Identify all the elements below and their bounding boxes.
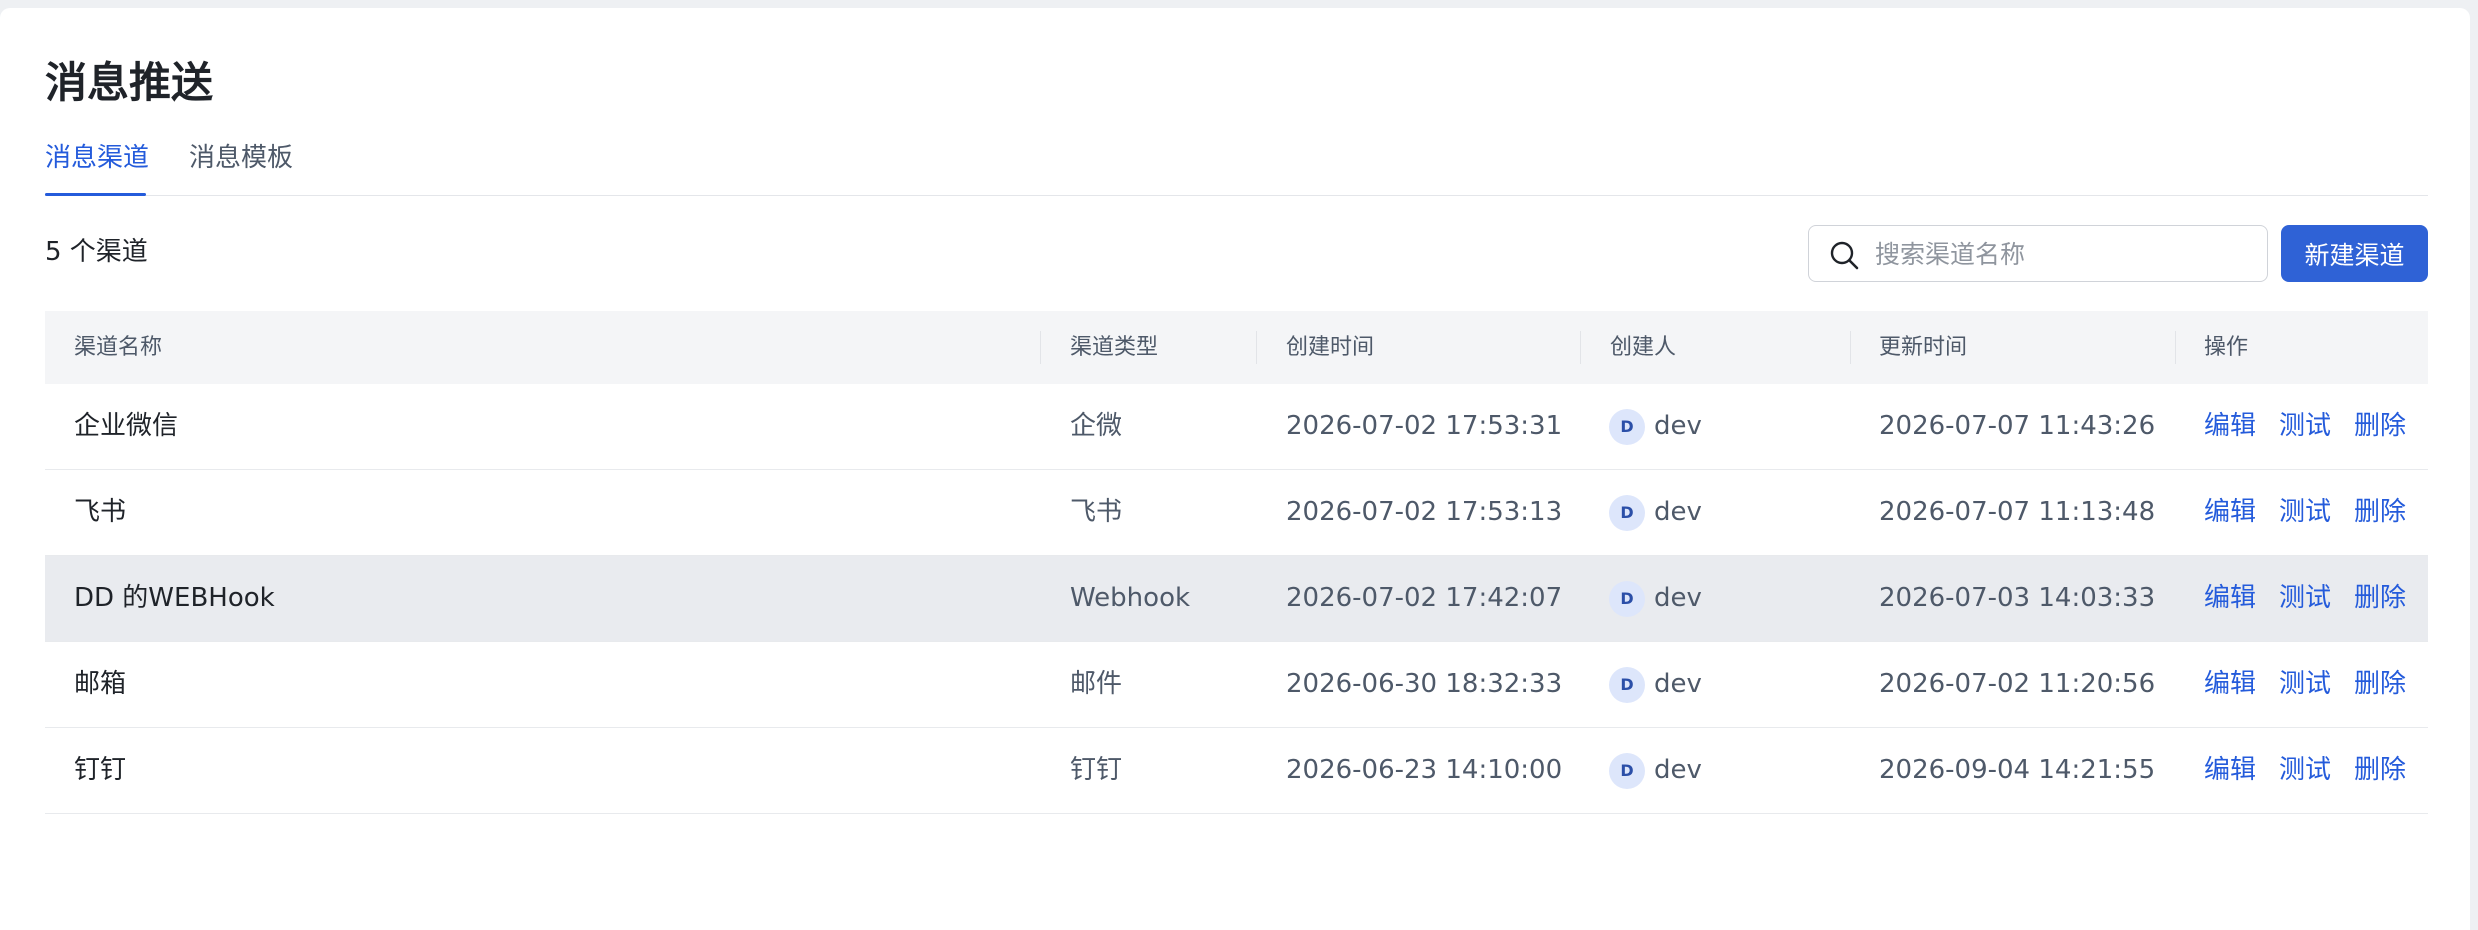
table-header: 渠道名称 渠道类型 创建时间 创建人 更新时间 操作: [45, 311, 2428, 384]
channel-name: 飞书: [74, 497, 127, 527]
creator-name: dev: [1654, 497, 1702, 527]
creator-cell: D dev: [1609, 556, 1702, 641]
column-header-updated: 更新时间: [1879, 335, 1968, 360]
column-divider: [2175, 331, 2176, 364]
table-row[interactable]: 钉钉 钉钉 2026-06-23 14:10:00 D dev 2026-09-…: [45, 728, 2428, 814]
creator-cell: D dev: [1609, 728, 1702, 813]
row-actions: 编辑 测试 删除: [2204, 728, 2406, 813]
created-time: 2026-07-02 17:53:13: [1286, 497, 1563, 527]
column-header-actions: 操作: [2204, 335, 2249, 360]
column-header-created: 创建时间: [1286, 335, 1375, 360]
tab-message-channels[interactable]: 消息渠道: [45, 140, 149, 176]
new-channel-button[interactable]: 新建渠道: [2281, 225, 2428, 282]
test-link[interactable]: 测试: [2279, 728, 2331, 813]
table-row[interactable]: DD 的WEBHook Webhook 2026-07-02 17:42:07 …: [45, 556, 2428, 642]
delete-link[interactable]: 删除: [2354, 642, 2406, 727]
creator-name: dev: [1654, 669, 1702, 699]
column-divider: [1580, 331, 1581, 364]
edit-link[interactable]: 编辑: [2204, 728, 2256, 813]
channel-type: 邮件: [1070, 669, 1123, 699]
column-header-name: 渠道名称: [74, 335, 163, 360]
column-header-type: 渠道类型: [1070, 335, 1159, 360]
created-time: 2026-07-02 17:53:31: [1286, 411, 1563, 441]
column-divider: [1040, 331, 1041, 364]
avatar: D: [1609, 494, 1645, 531]
avatar: D: [1609, 408, 1645, 445]
search-icon: [1830, 241, 1859, 270]
edit-link[interactable]: 编辑: [2204, 384, 2256, 469]
channel-count: 5 个渠道: [45, 237, 148, 267]
channel-type: 钉钉: [1070, 755, 1123, 785]
column-divider: [1256, 331, 1257, 364]
updated-time: 2026-09-04 14:21:55: [1879, 755, 2156, 785]
updated-time: 2026-07-07 11:43:26: [1879, 411, 2156, 441]
channel-type: 飞书: [1070, 497, 1123, 527]
updated-time: 2026-07-03 14:03:33: [1879, 583, 2156, 613]
edit-link[interactable]: 编辑: [2204, 556, 2256, 641]
page-title: 消息推送: [45, 58, 214, 107]
edit-link[interactable]: 编辑: [2204, 470, 2256, 555]
creator-cell: D dev: [1609, 642, 1702, 727]
channel-table: 渠道名称 渠道类型 创建时间 创建人 更新时间 操作 企业微信 企微 2026-…: [45, 311, 2428, 814]
tab-message-templates[interactable]: 消息模板: [189, 140, 293, 176]
delete-link[interactable]: 删除: [2354, 470, 2406, 555]
tab-bar: 消息渠道 消息模板: [45, 128, 2428, 196]
created-time: 2026-07-02 17:42:07: [1286, 583, 1563, 613]
test-link[interactable]: 测试: [2279, 642, 2331, 727]
created-time: 2026-06-30 18:32:33: [1286, 669, 1563, 699]
creator-name: dev: [1654, 755, 1702, 785]
avatar: D: [1609, 666, 1645, 703]
avatar: D: [1609, 752, 1645, 789]
updated-time: 2026-07-07 11:13:48: [1879, 497, 2156, 527]
test-link[interactable]: 测试: [2279, 470, 2331, 555]
delete-link[interactable]: 删除: [2354, 384, 2406, 469]
channel-name: DD 的WEBHook: [74, 583, 275, 613]
row-actions: 编辑 测试 删除: [2204, 556, 2406, 641]
creator-name: dev: [1654, 411, 1702, 441]
search-input[interactable]: [1875, 234, 2255, 274]
content-card: 消息推送 消息渠道 消息模板 5 个渠道 新建渠道 渠道名称 渠道类型 创建时间…: [0, 8, 2470, 930]
channel-type: 企微: [1070, 411, 1123, 441]
channel-name: 企业微信: [74, 411, 179, 441]
channel-name: 邮箱: [74, 669, 127, 699]
row-actions: 编辑 测试 删除: [2204, 470, 2406, 555]
column-header-creator: 创建人: [1610, 335, 1677, 360]
creator-name: dev: [1654, 583, 1702, 613]
test-link[interactable]: 测试: [2279, 556, 2331, 641]
row-actions: 编辑 测试 删除: [2204, 384, 2406, 469]
delete-link[interactable]: 删除: [2354, 556, 2406, 641]
column-divider: [1850, 331, 1851, 364]
updated-time: 2026-07-02 11:20:56: [1879, 669, 2156, 699]
search-box[interactable]: [1808, 225, 2268, 282]
edit-link[interactable]: 编辑: [2204, 642, 2256, 727]
table-row[interactable]: 邮箱 邮件 2026-06-30 18:32:33 D dev 2026-07-…: [45, 642, 2428, 728]
creator-cell: D dev: [1609, 470, 1702, 555]
row-actions: 编辑 测试 删除: [2204, 642, 2406, 727]
avatar: D: [1609, 580, 1645, 617]
creator-cell: D dev: [1609, 384, 1702, 469]
channel-type: Webhook: [1070, 583, 1191, 613]
test-link[interactable]: 测试: [2279, 384, 2331, 469]
delete-link[interactable]: 删除: [2354, 728, 2406, 813]
active-tab-indicator: [45, 193, 146, 196]
table-row[interactable]: 飞书 飞书 2026-07-02 17:53:13 D dev 2026-07-…: [45, 470, 2428, 556]
channel-name: 钉钉: [74, 755, 127, 785]
created-time: 2026-06-23 14:10:00: [1286, 755, 1563, 785]
table-row[interactable]: 企业微信 企微 2026-07-02 17:53:31 D dev 2026-0…: [45, 384, 2428, 470]
